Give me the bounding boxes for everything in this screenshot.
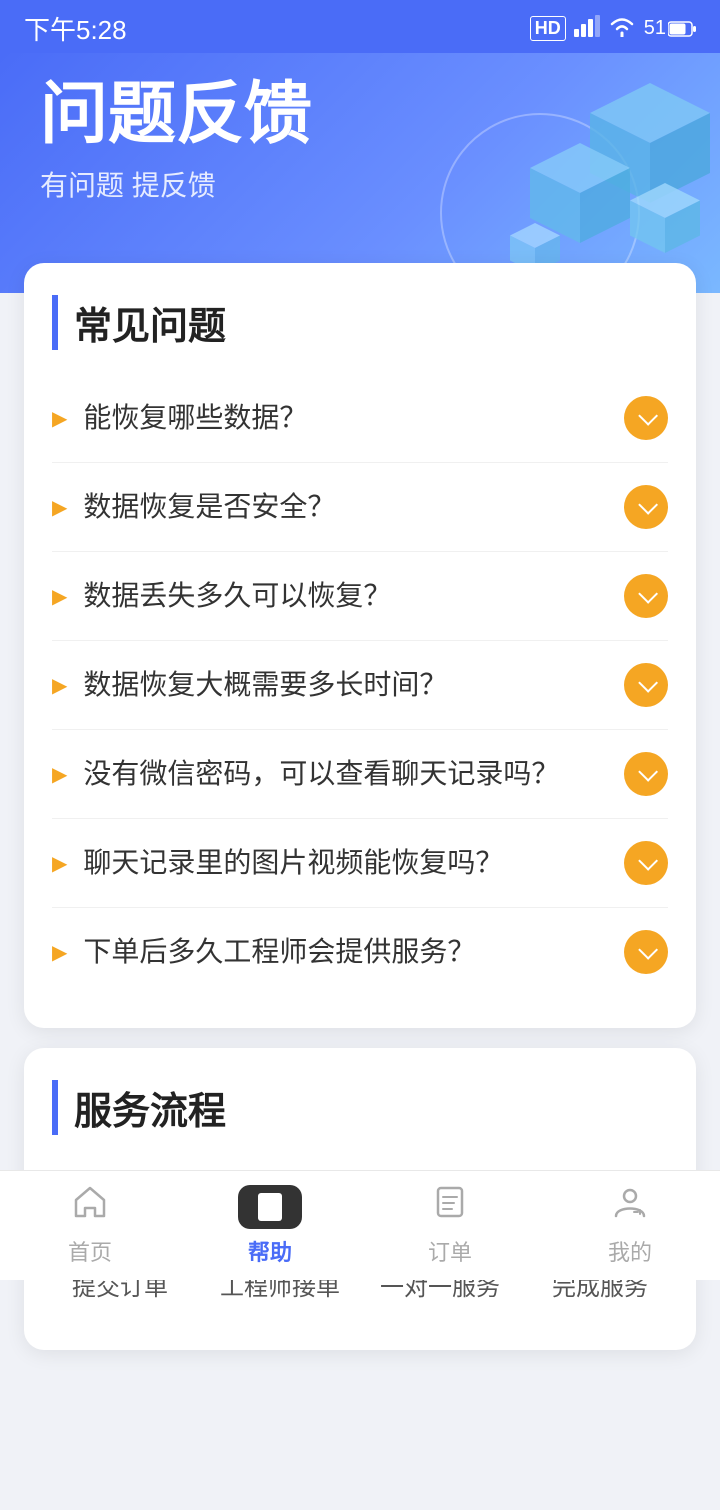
faq-item[interactable]: ▶ 聊天记录里的图片视频能恢复吗？ bbox=[52, 819, 668, 908]
faq-item-left: ▶ 数据恢复是否安全？ bbox=[52, 487, 624, 526]
signal-icon bbox=[574, 15, 600, 43]
faq-item[interactable]: ▶ 下单后多久工程师会提供服务？ bbox=[52, 908, 668, 996]
faq-item[interactable]: ▶ 数据恢复大概需要多长时间？ bbox=[52, 641, 668, 730]
hero-section: 问题反馈 有问题 提反馈 bbox=[0, 53, 720, 293]
faq-list: ▶ 能恢复哪些数据？ ▶ 数据恢复是否安全？ ▶ 数据丢失多久可以恢复？ ▶ 数… bbox=[52, 374, 668, 996]
faq-play-icon: ▶ bbox=[52, 851, 67, 876]
faq-title: 常见问题 bbox=[52, 295, 668, 350]
faq-item[interactable]: ▶ 数据恢复是否安全？ bbox=[52, 463, 668, 552]
service-flow-title: 服务流程 bbox=[52, 1080, 668, 1135]
nav-label-home: 首页 bbox=[68, 1235, 112, 1267]
nav-label-orders: 订单 bbox=[428, 1235, 472, 1267]
bottom-nav: 首页 帮助 订单 我的 bbox=[0, 1170, 720, 1280]
nav-item-orders[interactable]: 订单 bbox=[360, 1171, 540, 1280]
faq-item[interactable]: ▶ 数据丢失多久可以恢复？ bbox=[52, 552, 668, 641]
faq-expand-icon[interactable] bbox=[624, 752, 668, 796]
nav-icon-mine bbox=[612, 1184, 648, 1229]
faq-play-icon: ▶ bbox=[52, 940, 67, 965]
nav-item-home[interactable]: 首页 bbox=[0, 1171, 180, 1280]
faq-play-icon: ▶ bbox=[52, 673, 67, 698]
wifi-icon bbox=[608, 15, 636, 43]
hd-badge: HD bbox=[530, 16, 566, 41]
nav-active-bg bbox=[238, 1185, 302, 1229]
faq-play-icon: ▶ bbox=[52, 762, 67, 787]
faq-play-icon: ▶ bbox=[52, 495, 67, 520]
faq-item-text: 数据恢复大概需要多长时间？ bbox=[83, 665, 447, 704]
faq-expand-icon[interactable] bbox=[624, 574, 668, 618]
status-bar: 下午5:28 HD 51 bbox=[0, 0, 720, 53]
hero-subtitle: 有问题 提反馈 bbox=[40, 164, 680, 204]
status-time: 下午5:28 bbox=[24, 10, 127, 47]
faq-expand-icon[interactable] bbox=[624, 841, 668, 885]
nav-icon-home bbox=[72, 1184, 108, 1229]
faq-expand-icon[interactable] bbox=[624, 396, 668, 440]
faq-play-icon: ▶ bbox=[52, 406, 67, 431]
nav-icon-orders bbox=[432, 1184, 468, 1229]
status-icons: HD 51 bbox=[530, 15, 696, 43]
faq-item-text: 数据恢复是否安全？ bbox=[83, 487, 335, 526]
faq-expand-icon[interactable] bbox=[624, 663, 668, 707]
faq-card: 常见问题 ▶ 能恢复哪些数据？ ▶ 数据恢复是否安全？ ▶ 数据丢失多久可以恢复… bbox=[24, 263, 696, 1028]
nav-label-help: 帮助 bbox=[248, 1235, 292, 1267]
faq-item-left: ▶ 没有微信密码，可以查看聊天记录吗？ bbox=[52, 754, 624, 793]
faq-item-text: 数据丢失多久可以恢复？ bbox=[83, 576, 391, 615]
faq-item-left: ▶ 聊天记录里的图片视频能恢复吗？ bbox=[52, 843, 624, 882]
faq-expand-icon[interactable] bbox=[624, 485, 668, 529]
hero-title: 问题反馈 bbox=[40, 77, 680, 152]
nav-label-mine: 我的 bbox=[608, 1235, 652, 1267]
faq-play-icon: ▶ bbox=[52, 584, 67, 609]
faq-item-text: 下单后多久工程师会提供服务？ bbox=[83, 932, 475, 971]
faq-item-text: 没有微信密码，可以查看聊天记录吗？ bbox=[83, 754, 559, 793]
faq-item[interactable]: ▶ 没有微信密码，可以查看聊天记录吗？ bbox=[52, 730, 668, 819]
faq-item-left: ▶ 数据恢复大概需要多长时间？ bbox=[52, 665, 624, 704]
faq-item-text: 聊天记录里的图片视频能恢复吗？ bbox=[83, 843, 503, 882]
nav-item-mine[interactable]: 我的 bbox=[540, 1171, 720, 1280]
faq-item-left: ▶ 能恢复哪些数据？ bbox=[52, 398, 624, 437]
faq-item-left: ▶ 数据丢失多久可以恢复？ bbox=[52, 576, 624, 615]
faq-item-left: ▶ 下单后多久工程师会提供服务？ bbox=[52, 932, 624, 971]
faq-expand-icon[interactable] bbox=[624, 930, 668, 974]
faq-item[interactable]: ▶ 能恢复哪些数据？ bbox=[52, 374, 668, 463]
battery-icon: 51 bbox=[644, 17, 696, 40]
nav-item-help[interactable]: 帮助 bbox=[180, 1171, 360, 1280]
faq-item-text: 能恢复哪些数据？ bbox=[83, 398, 307, 437]
